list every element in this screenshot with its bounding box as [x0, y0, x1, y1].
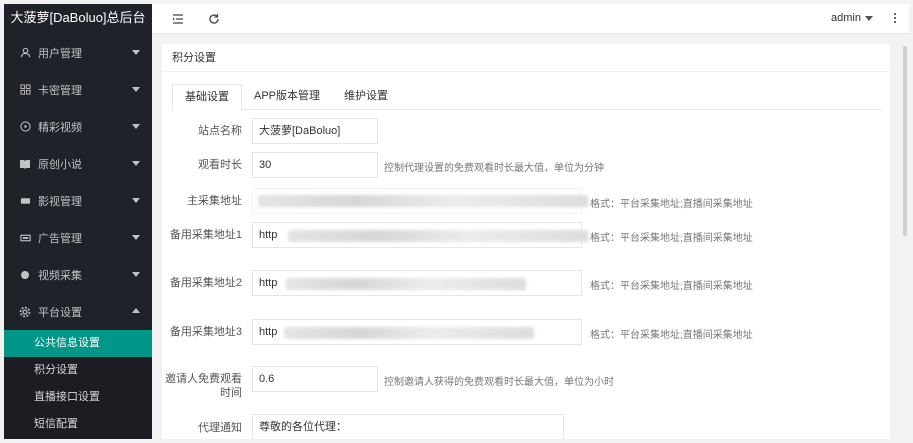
film-icon: [18, 194, 32, 208]
redacted-value: [284, 327, 534, 339]
backup-3-hint: 格式：平台采集地址;直播间采集地址: [590, 330, 753, 341]
chevron-down-icon: [132, 50, 140, 55]
refresh-icon[interactable]: [206, 11, 222, 27]
watch-time-label: 观看时长: [198, 159, 242, 171]
sidebar-subitem-points[interactable]: 积分设置: [4, 357, 152, 384]
sidebar-item-label: 用户管理: [38, 47, 82, 60]
user-menu[interactable]: admin: [831, 12, 873, 24]
more-vertical-icon[interactable]: [893, 12, 897, 27]
sidebar-item-label: 原创小说: [38, 158, 82, 171]
chevron-down-icon: [132, 161, 140, 166]
settings-tabs: 基础设置 APP版本管理 维护设置: [172, 84, 882, 111]
watch-time-input[interactable]: 30: [252, 152, 378, 178]
book-icon: [18, 157, 32, 171]
sidebar-item-label: 视频采集: [38, 269, 82, 282]
scrollbar-thumb[interactable]: [903, 46, 907, 236]
settings-card: 积分设置 基础设置 APP版本管理 维护设置 站点名称 大菠萝[DaBoluo]…: [162, 44, 890, 439]
gear-icon: [18, 305, 32, 319]
sidebar: 大菠萝[DaBoluo]总后台 用户管理 卡密管理 精彩视频 原创小说 影视管理…: [4, 4, 152, 439]
top-header: admin: [152, 4, 909, 34]
caret-down-icon: [865, 15, 873, 21]
sidebar-subitem-public-info[interactable]: 公共信息设置: [4, 330, 152, 357]
chevron-down-icon: [132, 124, 140, 129]
tab-maintenance[interactable]: 维护设置: [332, 84, 400, 110]
tab-app-version[interactable]: APP版本管理: [242, 84, 332, 110]
backup-2-label: 备用采集地址2: [169, 277, 242, 289]
sidebar-item-label: 影视管理: [38, 195, 82, 208]
sidebar-subitem-sms[interactable]: 短信配置: [4, 411, 152, 438]
sidebar-item-label: 卡密管理: [38, 84, 82, 97]
invite-input[interactable]: 0.6: [252, 366, 378, 392]
sidebar-item-novels[interactable]: 原创小说: [4, 145, 152, 182]
card-title: 积分设置: [162, 44, 890, 72]
sidebar-item-ads[interactable]: 广告管理: [4, 219, 152, 256]
watch-time-hint: 控制代理设置的免费观看时长最大值，单位为分钟: [384, 163, 604, 174]
menu-toggle-icon[interactable]: [170, 11, 186, 27]
sidebar-item-users[interactable]: 用户管理: [4, 34, 152, 71]
sidebar-item-cards[interactable]: 卡密管理: [4, 71, 152, 108]
chevron-down-icon: [132, 272, 140, 277]
backup-2-hint: 格式：平台采集地址;直播间采集地址: [590, 281, 753, 292]
notice-label: 代理通知: [198, 422, 242, 434]
chevron-down-icon: [132, 235, 140, 240]
ad-icon: [18, 231, 32, 245]
sidebar-item-label: 精彩视频: [38, 121, 82, 134]
main-source-label: 主采集地址: [187, 195, 242, 207]
chevron-down-icon: [132, 87, 140, 92]
backup-3-label: 备用采集地址3: [169, 326, 242, 338]
play-icon: [18, 120, 32, 134]
sidebar-item-collect[interactable]: 视频采集: [4, 256, 152, 293]
site-name-input[interactable]: 大菠萝[DaBoluo]: [252, 118, 378, 144]
sidebar-item-label: 平台设置: [38, 306, 82, 319]
sidebar-item-videos[interactable]: 精彩视频: [4, 108, 152, 145]
app-title: 大菠萝[DaBoluo]总后台: [4, 4, 152, 34]
backup-1-hint: 格式：平台采集地址;直播间采集地址: [590, 233, 753, 244]
sidebar-item-label: 广告管理: [38, 232, 82, 245]
tab-basic[interactable]: 基础设置: [172, 84, 242, 111]
chevron-up-icon: [132, 308, 140, 313]
site-name-label: 站点名称: [198, 125, 242, 137]
backup-1-label: 备用采集地址1: [169, 229, 242, 241]
chevron-down-icon: [132, 198, 140, 203]
invite-label: 邀请人免费观看时间: [165, 373, 242, 399]
redacted-value: [288, 230, 588, 242]
invite-hint: 控制邀请人获得的免费观看时长最大值，单位为小时: [384, 377, 614, 388]
redacted-value: [286, 278, 526, 290]
user-icon: [18, 46, 32, 60]
username: admin: [831, 12, 861, 24]
main-source-hint: 格式：平台采集地址;直播间采集地址: [590, 199, 753, 210]
dot-icon: [18, 268, 32, 282]
redacted-value: [258, 195, 588, 207]
sidebar-item-platform[interactable]: 平台设置: [4, 293, 152, 330]
sidebar-subitem-live-api[interactable]: 直播接口设置: [4, 384, 152, 411]
card-icon: [18, 83, 32, 97]
notice-textarea[interactable]: 尊敬的各位代理：: [252, 414, 564, 439]
sidebar-item-movies[interactable]: 影视管理: [4, 182, 152, 219]
page-scrollbar[interactable]: [902, 40, 908, 439]
